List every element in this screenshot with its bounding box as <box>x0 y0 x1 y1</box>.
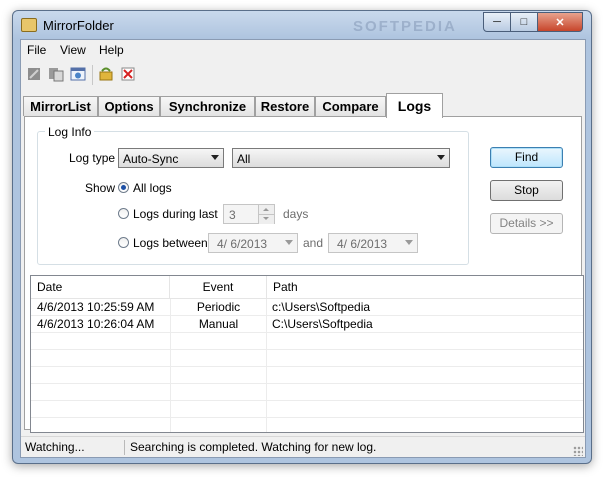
log-type-value: Auto-Sync <box>123 152 179 166</box>
row-event: Periodic <box>196 300 241 314</box>
close-icon: ✕ <box>555 16 565 29</box>
empty-row <box>31 367 583 384</box>
days-label: days <box>283 207 309 221</box>
list-header: Date Event Path <box>31 276 583 299</box>
tab-mirrorlist[interactable]: MirrorList <box>23 96 98 116</box>
web-icon[interactable] <box>70 66 86 82</box>
find-button[interactable]: Find <box>490 147 563 168</box>
close-button[interactable]: ✕ <box>537 12 583 32</box>
watermark: SOFTPEDIA <box>353 18 457 35</box>
empty-row <box>31 401 583 418</box>
maximize-button[interactable]: □ <box>510 12 538 32</box>
date-from-value: 4/ 6/2013 <box>217 237 268 251</box>
chevron-down-icon <box>437 155 445 160</box>
logs-panel: Log Info Log type Auto-Sync All Show All… <box>24 116 584 433</box>
menu-file[interactable]: File <box>27 43 46 57</box>
title-bar[interactable]: MirrorFolder SOFTPEDIA ─ □ ✕ <box>13 11 591 39</box>
status-divider <box>124 440 125 455</box>
tab-strip: MirrorList Options Synchronize Restore C… <box>21 93 585 118</box>
app-folder-icon <box>21 18 37 32</box>
toolbar <box>21 62 585 88</box>
chevron-down-icon <box>405 240 413 245</box>
tab-options[interactable]: Options <box>98 96 160 116</box>
log-info-legend: Log Info <box>45 125 95 139</box>
row-date: 4/6/2013 10:26:04 AM <box>37 317 155 331</box>
row-date: 4/6/2013 10:25:59 AM <box>37 300 155 314</box>
logs-during-last-label[interactable]: Logs during last <box>133 207 218 221</box>
table-row[interactable]: 4/6/2013 10:25:59 AM Periodic c:\Users\S… <box>31 299 583 316</box>
table-row[interactable]: 4/6/2013 10:26:04 AM Manual C:\Users\Sof… <box>31 316 583 333</box>
stepper-up-icon[interactable] <box>258 205 274 214</box>
edit-icon[interactable] <box>26 66 42 82</box>
sync-icon[interactable] <box>98 66 114 82</box>
days-stepper[interactable]: 3 <box>223 204 275 224</box>
status-bar: Watching... Searching is completed. Watc… <box>21 436 585 458</box>
column-date[interactable]: Date <box>31 276 170 298</box>
minimize-button[interactable]: ─ <box>483 12 511 32</box>
date-from-picker[interactable]: 4/ 6/2013 <box>208 233 298 253</box>
stepper-down-icon[interactable] <box>258 214 274 224</box>
minimize-icon: ─ <box>493 16 501 28</box>
log-list[interactable]: Date Event Path 4/6/2013 10:25:59 AM Per… <box>30 275 584 433</box>
tab-logs[interactable]: Logs <box>386 93 443 118</box>
stop-button[interactable]: Stop <box>490 180 563 201</box>
row-path: C:\Users\Softpedia <box>272 317 373 331</box>
tab-compare[interactable]: Compare <box>315 96 386 116</box>
toolbar-separator <box>92 65 93 85</box>
chevron-down-icon <box>211 155 219 160</box>
menu-help[interactable]: Help <box>99 43 124 57</box>
tab-synchronize[interactable]: Synchronize <box>160 96 255 116</box>
status-left: Watching... <box>25 440 85 454</box>
row-path: c:\Users\Softpedia <box>272 300 371 314</box>
list-body: 4/6/2013 10:25:59 AM Periodic c:\Users\S… <box>31 299 583 432</box>
log-filter-value: All <box>237 152 251 166</box>
chevron-down-icon <box>285 240 293 245</box>
date-to-value: 4/ 6/2013 <box>337 237 388 251</box>
delete-icon[interactable] <box>120 66 136 82</box>
all-logs-radio[interactable] <box>118 182 129 193</box>
resize-grip-icon[interactable] <box>573 446 583 456</box>
status-right: Searching is completed. Watching for new… <box>130 440 377 454</box>
window-title: MirrorFolder <box>43 18 114 33</box>
copy-icon[interactable] <box>48 66 64 82</box>
menu-view[interactable]: View <box>60 43 86 57</box>
maximize-icon: □ <box>520 16 528 28</box>
all-logs-label[interactable]: All logs <box>133 181 172 195</box>
row-event: Manual <box>198 317 239 331</box>
logs-during-last-radio[interactable] <box>118 208 129 219</box>
empty-row <box>31 333 583 350</box>
logs-between-radio[interactable] <box>118 237 129 248</box>
show-label: Show <box>85 181 116 195</box>
empty-row <box>31 384 583 401</box>
column-path[interactable]: Path <box>267 276 583 298</box>
log-filter-select[interactable]: All <box>232 148 450 168</box>
logs-between-label[interactable]: Logs between <box>133 236 208 250</box>
client-area: File View Help MirrorList Options Synchr… <box>20 39 586 458</box>
log-type-label: Log type <box>69 151 116 165</box>
tab-restore[interactable]: Restore <box>255 96 315 116</box>
log-type-select[interactable]: Auto-Sync <box>118 148 224 168</box>
and-label: and <box>303 236 324 250</box>
details-button[interactable]: Details >> <box>490 213 563 234</box>
menu-bar: File View Help <box>21 40 585 60</box>
days-value: 3 <box>229 208 236 222</box>
empty-row <box>31 418 583 432</box>
column-event[interactable]: Event <box>170 276 267 298</box>
empty-row <box>31 350 583 367</box>
main-window: MirrorFolder SOFTPEDIA ─ □ ✕ File View H… <box>12 10 592 464</box>
date-to-picker[interactable]: 4/ 6/2013 <box>328 233 418 253</box>
